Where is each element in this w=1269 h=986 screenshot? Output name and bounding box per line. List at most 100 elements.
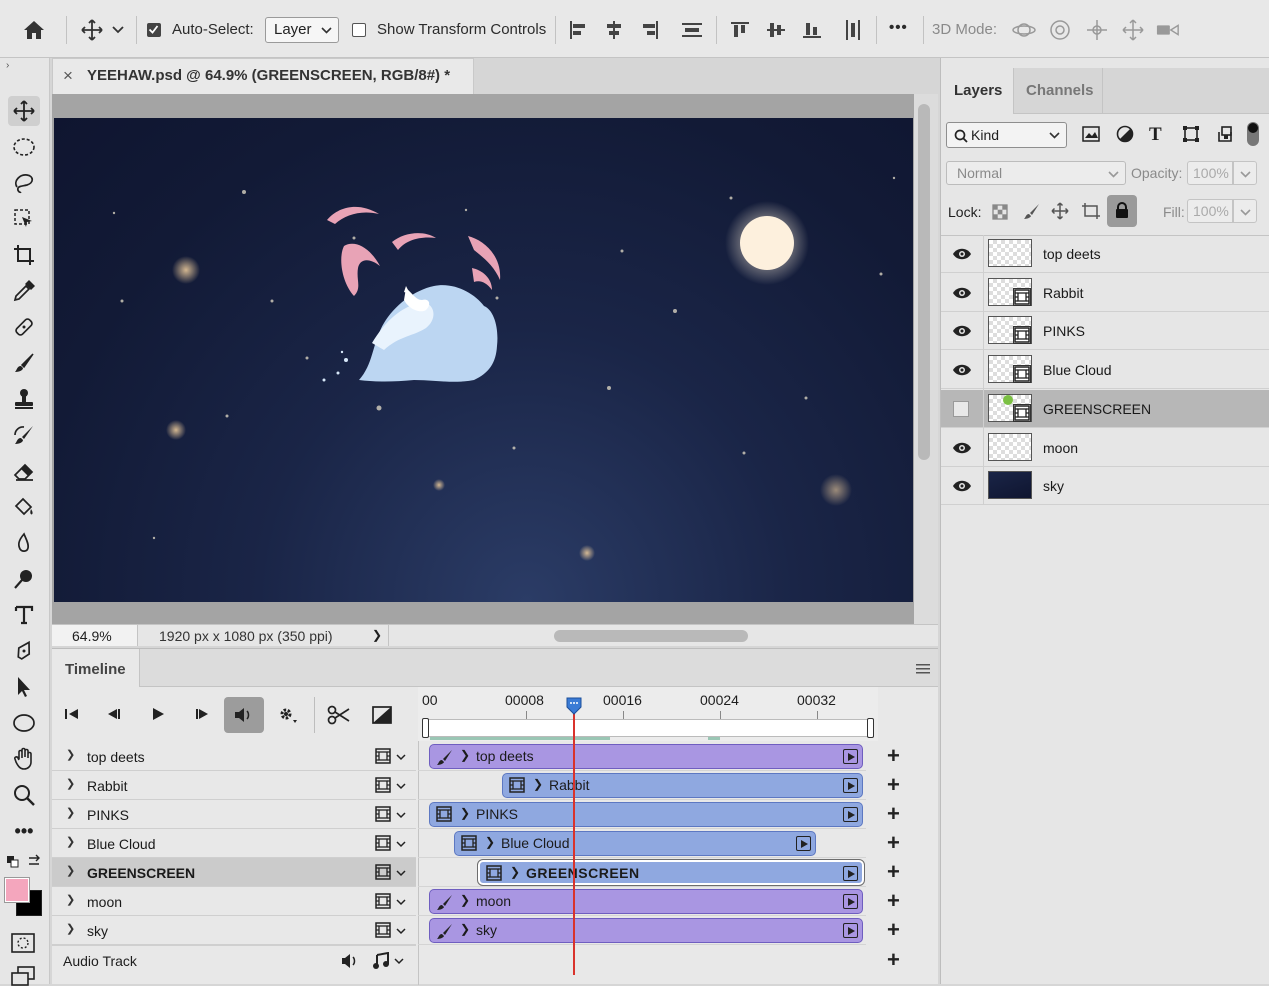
music-note-icon[interactable] [372, 952, 392, 970]
clip-transition-icon[interactable] [843, 807, 858, 822]
tab-channels[interactable]: Channels [1013, 68, 1103, 114]
hand-tool-icon[interactable] [8, 744, 40, 774]
add-media-button[interactable]: + [887, 859, 900, 885]
blend-mode-dropdown[interactable]: Normal [946, 161, 1126, 185]
split-at-playhead-icon[interactable] [327, 705, 351, 725]
dodge-tool-icon[interactable] [8, 564, 40, 594]
eye-icon[interactable] [952, 361, 972, 379]
eraser-tool-icon[interactable] [8, 456, 40, 486]
paint-bucket-tool-icon[interactable] [8, 492, 40, 522]
marquee-tool-icon[interactable] [8, 132, 40, 162]
timeline-panel-menu-icon[interactable] [916, 663, 930, 675]
align-top-icon[interactable] [728, 18, 752, 42]
timeline-clip[interactable]: ❯ Rabbit [502, 773, 863, 798]
tab-layers[interactable]: Layers [941, 68, 1013, 115]
crop-tool-icon[interactable] [8, 240, 40, 270]
filter-pixel-icon[interactable] [1082, 126, 1100, 142]
clip-transition-icon[interactable] [796, 836, 811, 851]
layer-row[interactable]: Blue Cloud [941, 351, 1269, 390]
ellipse-tool-icon[interactable] [8, 708, 40, 738]
clip-expand-chevron-icon[interactable]: ❯ [485, 835, 495, 849]
filter-type-icon[interactable]: T [1149, 124, 1162, 146]
time-ruler[interactable]: 00 00008 00016 00024 00032 [418, 687, 878, 741]
lock-position-icon[interactable] [1051, 202, 1069, 220]
layer-row[interactable]: sky [941, 467, 1269, 506]
canvas[interactable] [54, 118, 913, 602]
work-area-bar[interactable] [422, 719, 874, 737]
status-menu-arrow-icon[interactable]: ❯ [372, 628, 382, 642]
toolbar-grip-icon[interactable]: › [6, 60, 9, 71]
clip-expand-chevron-icon[interactable]: ❯ [460, 806, 470, 820]
add-media-button[interactable]: + [887, 830, 900, 856]
eye-icon[interactable] [952, 284, 972, 302]
type-tool-icon[interactable] [8, 600, 40, 630]
auto-select-checkbox[interactable] [147, 23, 161, 37]
move-tool-icon[interactable] [8, 96, 40, 126]
vertical-scrollbar-thumb[interactable] [918, 104, 930, 460]
filter-kind-dropdown[interactable]: Kind [946, 122, 1067, 148]
visibility-toggle-off[interactable] [953, 400, 969, 417]
timeline-clip[interactable]: ❯ top deets [429, 744, 863, 769]
align-bottom-icon[interactable] [800, 18, 824, 42]
clone-stamp-tool-icon[interactable] [8, 384, 40, 414]
pen-tool-icon[interactable] [8, 636, 40, 666]
brush-tool-icon[interactable] [8, 348, 40, 378]
clip-expand-chevron-icon[interactable]: ❯ [460, 922, 470, 936]
layer-row[interactable]: Rabbit [941, 274, 1269, 312]
clip-expand-chevron-icon[interactable]: ❯ [460, 748, 470, 762]
healing-brush-tool-icon[interactable] [8, 312, 40, 342]
quick-mask-icon[interactable] [11, 933, 35, 953]
audio-speaker-icon[interactable] [341, 953, 359, 969]
timeline-clip[interactable]: ❯ PINKS [429, 802, 863, 827]
add-media-button[interactable]: + [887, 801, 900, 827]
object-select-tool-icon[interactable] [8, 204, 40, 234]
clip-transition-icon[interactable] [843, 866, 858, 881]
work-area-end-handle[interactable] [867, 718, 874, 738]
transition-icon[interactable] [372, 706, 392, 724]
distribute-horizontal-icon[interactable] [841, 18, 865, 42]
eyedropper-tool-icon[interactable] [8, 276, 40, 306]
layer-row[interactable]: top deets [941, 235, 1269, 273]
eye-icon[interactable] [952, 439, 972, 457]
home-icon[interactable] [22, 18, 46, 42]
show-transform-checkbox[interactable] [352, 23, 366, 37]
vertical-scrollbar[interactable] [914, 94, 938, 624]
path-selection-tool-icon[interactable] [8, 672, 40, 702]
distribute-vertical-icon[interactable] [680, 18, 704, 42]
auto-select-dropdown[interactable]: Layer [265, 17, 339, 43]
opacity-input[interactable]: 100% [1187, 161, 1233, 185]
previous-frame-icon[interactable] [106, 707, 122, 721]
align-center-h-icon[interactable] [602, 18, 626, 42]
default-colors-icon[interactable] [6, 855, 20, 869]
blur-tool-icon[interactable] [8, 528, 40, 558]
layer-row[interactable]: moon [941, 429, 1269, 467]
timeline-clip[interactable]: ❯ moon [429, 889, 863, 914]
add-audio-button[interactable]: + [887, 947, 900, 973]
foreground-color-swatch[interactable] [4, 877, 30, 903]
3d-roll-icon[interactable] [1048, 18, 1072, 42]
fill-input[interactable]: 100% [1187, 199, 1233, 223]
horizontal-scrollbar-thumb[interactable] [554, 630, 748, 642]
add-media-button[interactable]: + [887, 917, 900, 943]
timeline-clip[interactable]: ❯ Blue Cloud [454, 831, 816, 856]
align-right-icon[interactable] [638, 18, 662, 42]
lock-transparent-icon[interactable] [992, 204, 1008, 220]
layer-row[interactable]: PINKS [941, 312, 1269, 351]
fill-dropdown[interactable] [1233, 199, 1257, 223]
move-tool-preset-icon[interactable] [80, 18, 104, 42]
add-media-button[interactable]: + [887, 743, 900, 769]
play-icon[interactable] [151, 707, 165, 721]
mute-audio-button[interactable] [224, 697, 264, 733]
3d-camera-icon[interactable] [1156, 18, 1180, 42]
align-left-icon[interactable] [566, 18, 590, 42]
document-tab[interactable]: × YEEHAW.psd @ 64.9% (GREENSCREEN, RGB/8… [52, 58, 474, 94]
clip-transition-icon[interactable] [843, 749, 858, 764]
go-to-first-frame-icon[interactable] [64, 707, 80, 721]
filter-toggle[interactable] [1247, 122, 1259, 146]
lock-artboard-icon[interactable] [1081, 202, 1101, 220]
3d-slide-icon[interactable] [1121, 18, 1145, 42]
lock-all-button[interactable] [1107, 195, 1137, 227]
filter-shape-icon[interactable] [1182, 125, 1200, 143]
lock-pixels-icon[interactable] [1023, 202, 1041, 220]
chevron-down-icon[interactable] [110, 18, 126, 42]
